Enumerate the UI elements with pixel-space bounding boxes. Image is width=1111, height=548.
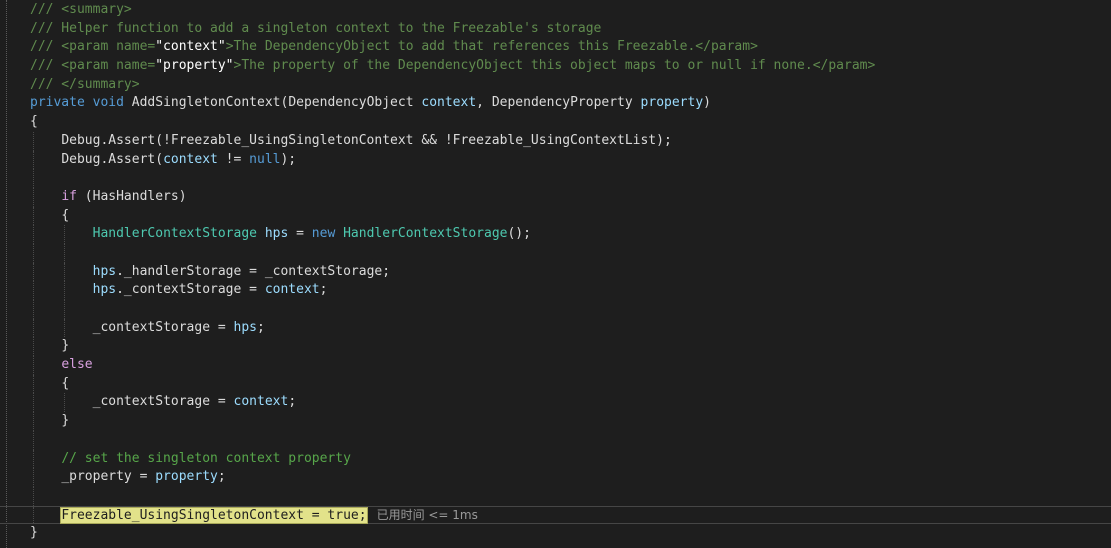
code-line: _contextStorage = hps; bbox=[0, 318, 1111, 338]
code-line: /// <summary> bbox=[0, 1, 1111, 20]
variable: hps bbox=[233, 319, 257, 335]
doc-comment: /// <summary> bbox=[30, 2, 132, 17]
statement: _contextStorage = bbox=[92, 319, 234, 335]
code-line: _property = property; bbox=[0, 468, 1111, 487]
statement: _contextStorage = bbox=[92, 394, 234, 410]
condition: (HasHandlers) bbox=[76, 188, 187, 204]
variable: context bbox=[264, 282, 320, 298]
current-line[interactable]: Freezable_UsingSingletonContext = true; 已… bbox=[0, 505, 1111, 525]
code-line: Debug.Assert(context != null); bbox=[0, 150, 1111, 170]
brace: } bbox=[61, 338, 70, 354]
keyword: null bbox=[249, 151, 281, 167]
variable: hps bbox=[92, 263, 117, 279]
brace: { bbox=[30, 114, 38, 130]
highlighted-statement[interactable]: Freezable_UsingSingletonContext = true; bbox=[61, 507, 367, 523]
type-name: HandlerContextStorage bbox=[343, 226, 508, 242]
keyword: private bbox=[30, 95, 85, 111]
parameter: context bbox=[421, 95, 477, 111]
variable: context bbox=[233, 394, 289, 410]
doc-comment: /// <param name= bbox=[30, 58, 156, 74]
code-line bbox=[0, 169, 1111, 188]
doc-param-name: "property" bbox=[155, 58, 234, 74]
perf-tip[interactable]: 已用时间 <= 1ms bbox=[377, 508, 478, 522]
code-line bbox=[0, 243, 1111, 263]
statement: _property = bbox=[61, 469, 156, 485]
statement: ._contextStorage = bbox=[116, 282, 265, 298]
variable: hps bbox=[92, 282, 117, 298]
punctuation: ); bbox=[280, 151, 297, 167]
doc-comment: >The DependencyObject to add that refere… bbox=[225, 39, 758, 55]
punctuation: ; bbox=[257, 319, 265, 335]
code-line: else bbox=[0, 356, 1111, 375]
brace: } bbox=[30, 525, 38, 541]
code-line bbox=[0, 486, 1111, 506]
code-line bbox=[0, 430, 1111, 450]
brace: } bbox=[61, 413, 70, 429]
operator: = bbox=[288, 226, 312, 242]
code-line: // set the singleton context property bbox=[0, 449, 1111, 469]
code-line: /// <param name="property">The property … bbox=[0, 57, 1111, 76]
keyword: else bbox=[61, 357, 93, 373]
doc-comment: /// </summary> bbox=[30, 76, 140, 92]
code-line: /// Helper function to add a singleton c… bbox=[0, 20, 1111, 39]
operator: != bbox=[217, 151, 250, 167]
doc-comment: /// <param name= bbox=[30, 39, 156, 55]
statement: Debug.Assert(!Freezable_UsingSingletonCo… bbox=[61, 132, 672, 148]
statement: ._handlerStorage = _contextStorage; bbox=[116, 263, 391, 279]
punctuation: ; bbox=[288, 394, 297, 410]
code-line: } bbox=[0, 524, 1111, 543]
code-line: /// </summary> bbox=[0, 76, 1111, 95]
punctuation: ; bbox=[217, 469, 226, 485]
code-line: hps._handlerStorage = _contextStorage; bbox=[0, 262, 1111, 282]
code-line: if (HasHandlers) bbox=[0, 187, 1111, 207]
keyword: new bbox=[311, 226, 336, 242]
code-line: hps._contextStorage = context; bbox=[0, 281, 1111, 300]
doc-comment: >The property of the DependencyObject th… bbox=[233, 58, 876, 74]
code-line: HandlerContextStorage hps = new HandlerC… bbox=[0, 225, 1111, 244]
brace: { bbox=[61, 207, 70, 223]
code-line: private void AddSingletonContext(Depende… bbox=[30, 95, 711, 111]
variable: context bbox=[163, 151, 218, 167]
code-line: { bbox=[0, 113, 1111, 132]
code-line: /// <param name="context">The Dependency… bbox=[0, 38, 1111, 57]
type-name: HandlerContextStorage bbox=[92, 226, 257, 242]
comment: // set the singleton context property bbox=[61, 450, 351, 466]
doc-comment: /// Helper function to add a singleton c… bbox=[30, 20, 602, 36]
brace: { bbox=[61, 375, 70, 391]
parameter: property bbox=[640, 95, 704, 111]
code-editor[interactable]: /// <summary> /// Helper function to add… bbox=[0, 0, 1111, 548]
code-line: } bbox=[0, 337, 1111, 357]
punctuation: ; bbox=[319, 282, 328, 298]
variable: hps bbox=[264, 226, 289, 242]
code-line: } bbox=[0, 412, 1111, 431]
method-name: AddSingletonContext bbox=[131, 95, 281, 111]
type-name: DependencyProperty bbox=[491, 95, 633, 111]
code-line: Debug.Assert(!Freezable_UsingSingletonCo… bbox=[0, 131, 1111, 151]
variable: property bbox=[155, 469, 218, 485]
doc-param-name: "context" bbox=[155, 39, 226, 55]
statement: Debug.Assert( bbox=[61, 151, 164, 167]
code-lines: /// <summary> /// Helper function to add… bbox=[0, 1, 1111, 543]
code-line bbox=[0, 300, 1111, 319]
punctuation: (); bbox=[507, 226, 531, 242]
keyword: void bbox=[92, 95, 124, 111]
keyword: if bbox=[61, 188, 77, 204]
code-line: { bbox=[0, 206, 1111, 226]
type-name: DependencyObject bbox=[288, 95, 414, 111]
code-line: _contextStorage = context; bbox=[0, 393, 1111, 413]
code-line: { bbox=[0, 374, 1111, 394]
